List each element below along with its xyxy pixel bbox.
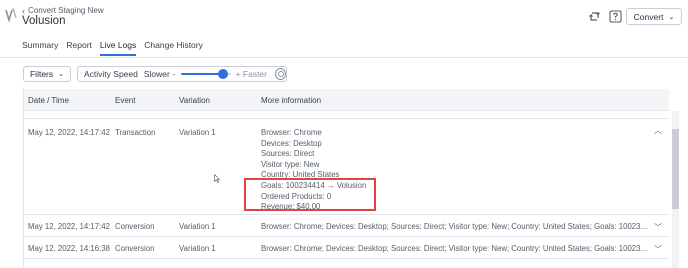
tabs-divider: [0, 57, 688, 58]
sync-icon[interactable]: [587, 9, 601, 23]
back-link[interactable]: ‹ Convert Staging New: [22, 6, 104, 15]
table-row[interactable]: May 12, 2022, 14:16:38 Conversion Variat…: [24, 237, 669, 259]
slider-fill: [181, 73, 223, 75]
chevron-down-icon: ⌄: [668, 13, 675, 21]
column-header-event: Event: [115, 96, 136, 105]
row-date: May 12, 2022, 14:17:42: [28, 128, 110, 137]
back-link-label: Convert Staging New: [28, 6, 104, 15]
chevron-left-icon: ‹: [22, 5, 25, 16]
convert-logo-icon: [5, 7, 17, 23]
column-header-date: Date / Time: [28, 96, 69, 105]
row-event: Conversion: [115, 244, 155, 253]
tab-summary[interactable]: Summary: [22, 40, 58, 56]
row-event: Transaction: [115, 128, 156, 137]
row-date: May 12, 2022, 14:16:38: [28, 244, 110, 253]
table-scrollbar[interactable]: [672, 111, 679, 268]
filters-label: Filters: [29, 69, 54, 79]
info-browser: Browser: Chrome: [261, 128, 322, 137]
table-row-partial: [24, 111, 669, 119]
column-header-variation: Variation: [179, 96, 210, 105]
activity-speed-slider[interactable]: [181, 69, 231, 79]
chevron-down-icon[interactable]: ﹀: [654, 244, 662, 255]
faster-label: + Faster: [235, 69, 267, 79]
row-event: Conversion: [115, 222, 155, 231]
chevron-down-icon[interactable]: ﹀: [654, 222, 662, 233]
row-variation: Variation 1: [179, 128, 216, 137]
pause-icon: [277, 71, 284, 77]
info-devices: Devices: Desktop: [261, 138, 322, 148]
page-title: Volusion: [22, 15, 66, 27]
info-visitor-type: Visitor type: New: [261, 159, 320, 169]
tab-change-history[interactable]: Change History: [144, 40, 203, 56]
tab-report[interactable]: Report: [66, 40, 92, 56]
row-variation: Variation 1: [179, 244, 216, 253]
annotation-highlight-box: [244, 178, 376, 211]
filters-button[interactable]: Filters ⌄: [23, 66, 71, 82]
slider-thumb[interactable]: [217, 69, 228, 79]
pause-button[interactable]: [275, 68, 286, 80]
column-header-more-information: More information: [261, 96, 322, 105]
row-variation: Variation 1: [179, 222, 216, 231]
table-header: Date / Time Event Variation More informa…: [24, 89, 669, 111]
info-sources: Sources: Direct: [261, 149, 315, 159]
slower-label: Slower -: [143, 69, 176, 79]
row-date: May 12, 2022, 14:17:42: [28, 222, 110, 231]
convert-dropdown-button[interactable]: Convert ⌄: [626, 8, 682, 25]
mouse-cursor-icon: [214, 174, 220, 183]
activity-speed-control: Activity Speed Slower - + Faster: [77, 66, 287, 82]
convert-dropdown-label: Convert: [633, 11, 664, 22]
table-row[interactable]: May 12, 2022, 14:17:42 Conversion Variat…: [24, 215, 669, 237]
chevron-up-icon[interactable]: ︿: [654, 125, 662, 136]
help-icon[interactable]: [608, 9, 622, 23]
row-more-information: Browser: Chrome; Devices: Desktop; Sourc…: [261, 222, 649, 231]
tab-bar: Summary Report Live Logs Change History: [22, 40, 203, 56]
tab-live-logs[interactable]: Live Logs: [99, 40, 137, 56]
scrollbar-thumb[interactable]: [672, 129, 679, 209]
activity-speed-label: Activity Speed: [84, 69, 138, 79]
chevron-down-icon: ⌄: [58, 71, 64, 78]
row-more-information: Browser: Chrome; Devices: Desktop; Sourc…: [261, 244, 649, 253]
